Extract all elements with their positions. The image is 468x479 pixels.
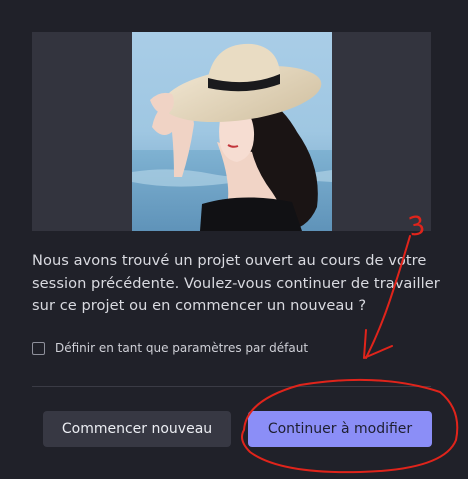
continue-editing-button[interactable]: Continuer à modifier (248, 411, 432, 447)
start-new-button[interactable]: Commencer nouveau (43, 411, 231, 447)
default-settings-label: Définir en tant que paramètres par défau… (55, 341, 309, 355)
recover-project-dialog: Nous avons trouvé un projet ouvert au co… (0, 0, 468, 479)
default-settings-checkbox[interactable] (32, 341, 45, 355)
project-preview (32, 32, 431, 231)
divider (32, 386, 431, 387)
default-settings-option[interactable]: Définir en tant que paramètres par défau… (32, 341, 308, 355)
dialog-message: Nous avons trouvé un projet ouvert au co… (32, 252, 440, 314)
project-thumbnail (132, 32, 332, 231)
